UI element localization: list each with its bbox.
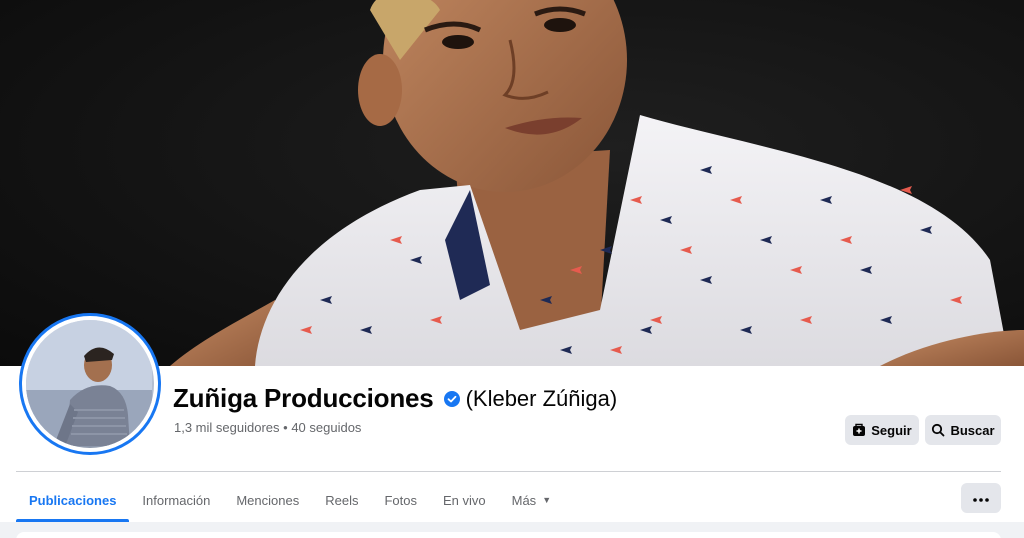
- tab-informacion[interactable]: Información: [129, 478, 223, 522]
- following-count[interactable]: 40 seguidos: [291, 420, 361, 435]
- cover-photo[interactable]: [0, 0, 1024, 366]
- follow-label: Seguir: [871, 422, 912, 438]
- search-label: Buscar: [950, 422, 995, 438]
- facebook-page-header: Zuñiga Producciones (Kleber Zúñiga) 1,3 …: [0, 0, 1024, 538]
- search-button[interactable]: Buscar: [925, 415, 1001, 445]
- tab-fotos[interactable]: Fotos: [371, 478, 430, 522]
- avatar-image: [26, 320, 154, 448]
- tab-label: Información: [142, 492, 211, 508]
- stats-separator: •: [283, 420, 288, 435]
- tab-label: Publicaciones: [29, 492, 117, 508]
- avatar-illustration: [26, 320, 152, 446]
- page-name[interactable]: Zuñiga Producciones: [173, 383, 434, 414]
- chevron-down-icon: ▼: [542, 495, 552, 505]
- tab-reels[interactable]: Reels: [312, 478, 371, 522]
- profile-tabs: Publicaciones Información Menciones Reel…: [16, 478, 564, 522]
- tab-menciones[interactable]: Menciones: [223, 478, 312, 522]
- page-title-row: Zuñiga Producciones (Kleber Zúñiga): [173, 383, 617, 414]
- tab-en-vivo[interactable]: En vivo: [430, 478, 499, 522]
- follower-stats: 1,3 mil seguidores • 40 seguidos: [174, 420, 361, 435]
- feed-card-top: [16, 532, 1001, 538]
- profile-avatar[interactable]: [19, 313, 161, 455]
- tab-mas[interactable]: Más ▼: [499, 478, 564, 522]
- tab-label: Reels: [325, 492, 359, 508]
- tab-label: En vivo: [442, 492, 486, 508]
- more-options-icon: [973, 489, 989, 507]
- header-divider: [16, 471, 1001, 472]
- tab-publicaciones[interactable]: Publicaciones: [16, 478, 130, 522]
- followers-count[interactable]: 1,3 mil seguidores: [174, 420, 280, 435]
- alternate-name: (Kleber Zúñiga): [465, 385, 618, 411]
- follow-icon: [852, 423, 866, 437]
- verified-badge-icon[interactable]: [443, 390, 460, 407]
- more-options-button[interactable]: [961, 483, 1001, 513]
- cover-photo-illustration: [170, 0, 1024, 366]
- search-icon: [931, 423, 945, 437]
- follow-button[interactable]: Seguir: [845, 415, 919, 445]
- tab-label: Menciones: [236, 492, 300, 508]
- tab-label: Fotos: [384, 492, 417, 508]
- tab-label: Más: [511, 492, 537, 508]
